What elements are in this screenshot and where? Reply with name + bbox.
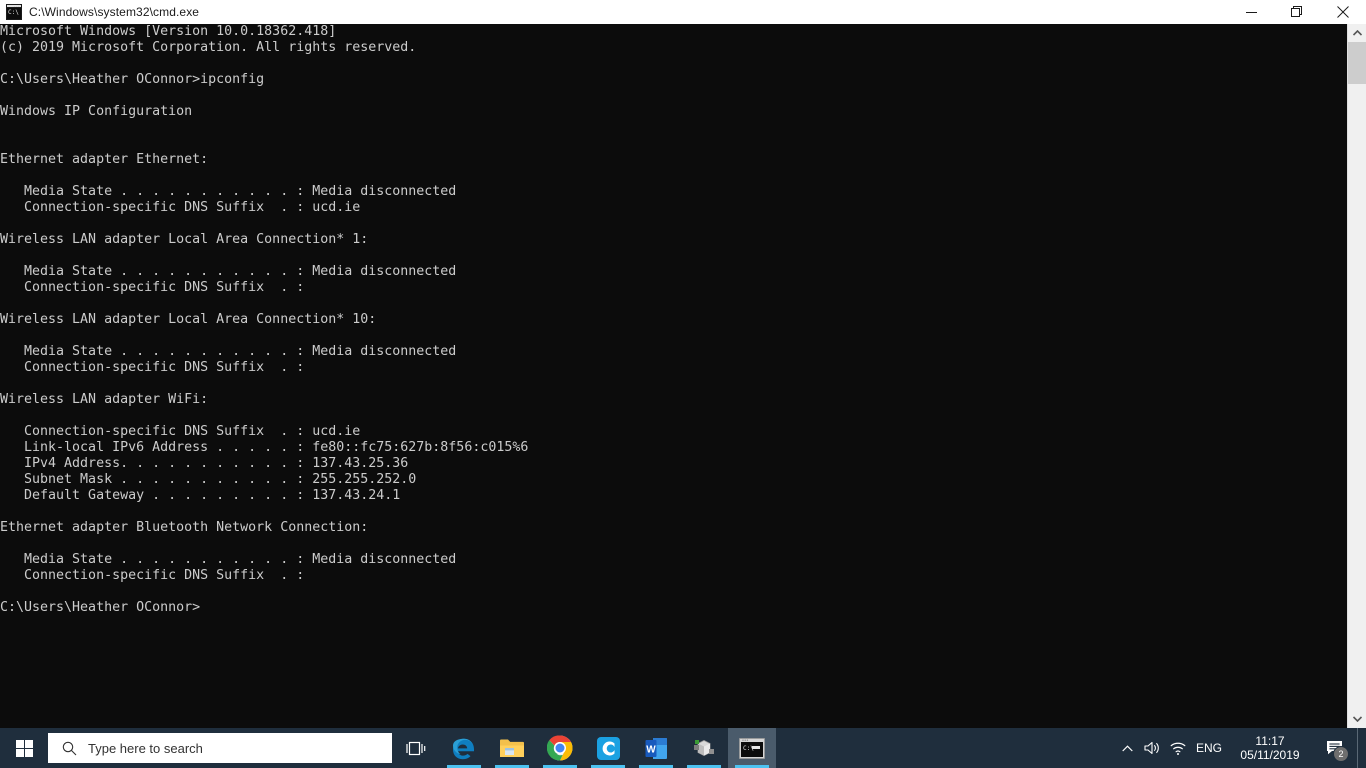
minimize-button[interactable] [1228, 0, 1274, 24]
start-button[interactable] [0, 728, 48, 768]
cisco-icon [596, 736, 620, 760]
notification-count-badge: 2 [1333, 746, 1349, 762]
scroll-up-arrow-icon[interactable] [1348, 24, 1366, 42]
search-input[interactable]: Type here to search [48, 733, 392, 763]
scrollbar-thumb[interactable] [1348, 42, 1366, 84]
folder-icon [500, 739, 524, 757]
clock-time: 11:17 [1255, 734, 1285, 748]
taskbar-item-task-view[interactable] [392, 728, 440, 768]
chrome-icon [547, 735, 573, 761]
3d-builder-icon [694, 740, 714, 756]
console-output-area[interactable]: Microsoft Windows [Version 10.0.18362.41… [0, 24, 1347, 728]
system-tray: ENG 11:17 05/11/2019 2 [1115, 728, 1366, 768]
speaker-icon [1144, 741, 1159, 755]
taskbar-item-microsoft-edge[interactable] [440, 728, 488, 768]
clock-date: 05/11/2019 [1240, 748, 1300, 762]
action-center-button[interactable]: 2 [1313, 728, 1357, 768]
clock[interactable]: 11:17 05/11/2019 [1227, 728, 1313, 768]
taskbar-item-cisco-app[interactable] [584, 728, 632, 768]
taskbar-item-command-prompt[interactable]: C:\ [728, 728, 776, 768]
console-scrollbar[interactable] [1347, 24, 1366, 728]
taskbar-item-3d-builder[interactable] [680, 728, 728, 768]
edge-icon [453, 738, 474, 760]
wifi-icon [1170, 742, 1186, 755]
window-controls [1228, 0, 1366, 24]
language-indicator[interactable]: ENG [1191, 728, 1227, 768]
network-button[interactable] [1165, 728, 1191, 768]
window-title: C:\Windows\system32\cmd.exe [29, 5, 200, 19]
word-icon: W [645, 737, 667, 759]
taskbar-item-google-chrome[interactable] [536, 728, 584, 768]
taskbar: Type here to search W C:\ ENG 11:17 05/1… [0, 728, 1366, 768]
chevron-up-icon [1121, 744, 1133, 751]
scroll-down-arrow-icon[interactable] [1348, 710, 1366, 728]
show-desktop-button[interactable] [1357, 728, 1366, 768]
desktop-screen: ··· C:\ C:\Windows\system32\cmd.exe Micr… [0, 0, 1366, 768]
search-icon [62, 741, 77, 755]
cmd-icon: ··· C:\ [6, 4, 22, 20]
command-prompt-icon: C:\ [739, 737, 765, 759]
windows-logo-icon [15, 739, 33, 757]
taskbar-item-microsoft-word[interactable]: W [632, 728, 680, 768]
volume-button[interactable] [1139, 728, 1165, 768]
cmd-icon-text: C:\ [7, 8, 21, 19]
svg-text:W: W [646, 744, 656, 755]
search-placeholder: Type here to search [88, 740, 203, 756]
restore-button[interactable] [1274, 0, 1320, 24]
task-view-icon [406, 741, 426, 755]
console-text: Microsoft Windows [Version 10.0.18362.41… [0, 24, 529, 615]
close-button[interactable] [1320, 0, 1366, 24]
taskbar-item-file-explorer[interactable] [488, 728, 536, 768]
window-titlebar[interactable]: ··· C:\ C:\Windows\system32\cmd.exe [0, 0, 1366, 25]
show-hidden-icons-button[interactable] [1115, 728, 1139, 768]
